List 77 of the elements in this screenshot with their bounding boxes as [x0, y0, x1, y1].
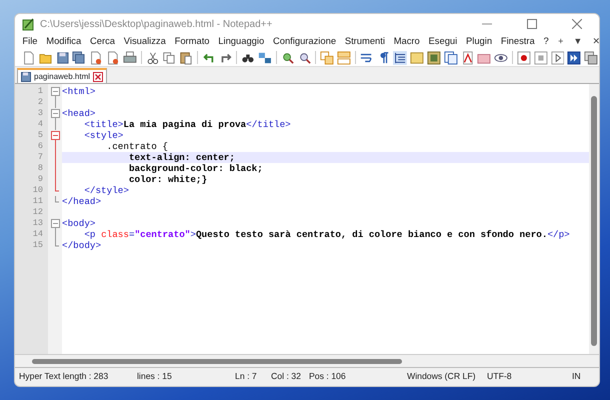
- vertical-scrollbar-thumb[interactable]: [591, 96, 597, 346]
- menu-item[interactable]: Macro: [389, 34, 424, 49]
- line-number: 12: [32, 207, 44, 218]
- line-number: 9: [36, 174, 44, 185]
- code-line: color: white;}: [128, 174, 208, 185]
- line-number: 3: [36, 108, 44, 119]
- menu-item[interactable]: Plugin: [462, 34, 496, 49]
- insert-mode: IN: [572, 370, 582, 384]
- line-number: 4: [36, 119, 44, 130]
- close-icon[interactable]: [93, 72, 104, 82]
- encoding: UTF-8: [487, 370, 513, 384]
- code-line: <html>: [62, 86, 96, 97]
- menu-item[interactable]: Strumenti: [340, 34, 390, 49]
- line-number: 1: [36, 86, 44, 97]
- line-number: 7: [36, 152, 44, 163]
- cursor-position: Pos : 106: [309, 370, 347, 384]
- fast-forward-icon[interactable]: [567, 50, 582, 66]
- copy-icon[interactable]: [162, 50, 176, 66]
- code-line: .centrato {: [106, 141, 168, 152]
- menu-item[interactable]: Esegui: [424, 34, 462, 49]
- line-number: 13: [32, 218, 44, 229]
- code-line: background-color: black;: [128, 163, 263, 174]
- app-icon: [22, 18, 35, 30]
- menu-item[interactable]: Configurazione: [268, 34, 340, 49]
- cursor-line: Ln : 7: [235, 370, 258, 384]
- maximize-icon[interactable]: [526, 19, 536, 29]
- fold-toggle-icon[interactable]: [50, 218, 60, 229]
- play-icon[interactable]: [550, 50, 564, 66]
- code-line: </style>: [83, 185, 129, 196]
- floppy-icon[interactable]: [56, 50, 70, 66]
- line-number: 8: [36, 163, 44, 174]
- document-length: Hyper Text length : 283: [19, 370, 110, 384]
- code-line: <body>: [62, 218, 96, 229]
- menu-item[interactable]: File: [18, 34, 42, 49]
- indent-guide-icon[interactable]: [393, 50, 408, 66]
- fold-toggle-icon[interactable]: [50, 108, 60, 119]
- code-line: text-align: center;: [128, 152, 235, 163]
- line-count: lines : 15: [137, 370, 173, 384]
- floppy-stack-icon[interactable]: [72, 50, 86, 66]
- window-title: C:\Users\jessi\Desktop\paginaweb.html - Notepad++: [39, 18, 274, 32]
- menu-item[interactable]: Modifica: [42, 34, 86, 49]
- code-line: <title>La mia pagina di prova</title>: [83, 119, 291, 130]
- line-number: 11: [32, 196, 44, 207]
- file-tab[interactable]: paginaweb.html: [17, 68, 108, 83]
- line-ending: Windows (CR LF): [407, 370, 477, 384]
- printer-icon[interactable]: [122, 50, 137, 66]
- menu-item[interactable]: Cerca: [86, 34, 120, 49]
- line-number: 6: [36, 141, 44, 152]
- document-icon[interactable]: [22, 50, 36, 66]
- close-icon[interactable]: [572, 19, 582, 29]
- fold-toggle-icon[interactable]: [50, 86, 60, 97]
- menu-item[interactable]: Visualizza: [119, 34, 170, 49]
- code-line: <p class="centrato">Questo testo sarà centrato, di colore bianco e con sfondo nero.</p>: [83, 229, 570, 240]
- menu-item[interactable]: Formato: [170, 34, 214, 49]
- menu-item[interactable]: ?: [539, 34, 554, 49]
- horizontal-scrollbar-thumb[interactable]: [32, 358, 402, 364]
- code-line: </head>: [62, 196, 102, 207]
- clipboard-icon[interactable]: [179, 50, 193, 66]
- line-number: 2: [36, 97, 44, 108]
- line-number: 10: [32, 185, 44, 196]
- fold-toggle-icon[interactable]: [50, 130, 60, 141]
- line-number: 14: [32, 229, 44, 240]
- cursor-column: Col : 32: [271, 370, 309, 384]
- tab-label: paginaweb.html: [34, 70, 90, 82]
- menu-control[interactable]: ✕: [587, 34, 599, 48]
- menu-control[interactable]: ▼: [568, 34, 588, 48]
- code-line: <style>: [83, 130, 124, 141]
- floppy-icon: [21, 72, 31, 82]
- menu-item[interactable]: Finestra: [496, 34, 540, 49]
- record-icon[interactable]: [516, 50, 531, 66]
- menu-item[interactable]: Linguaggio: [214, 34, 269, 49]
- scissors-icon[interactable]: [146, 50, 160, 66]
- menu-control[interactable]: +: [553, 34, 568, 48]
- line-number: 5: [36, 130, 44, 141]
- line-number: 15: [32, 240, 44, 251]
- code-line: <head>: [62, 108, 96, 119]
- code-line: </body>: [62, 240, 102, 251]
